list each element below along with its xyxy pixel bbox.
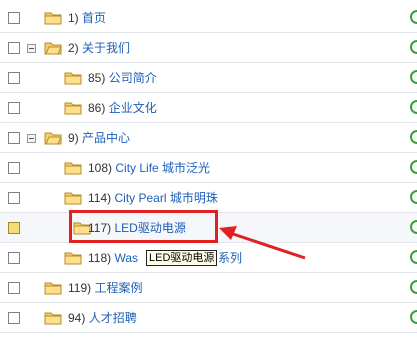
red-arrow-icon [219,226,306,260]
status-icon [410,310,417,324]
item-number: 1) [68,11,79,25]
tree-row: 114) City Pearl 城市明珠 [0,183,417,213]
row-checkbox[interactable] [8,162,20,174]
folder-icon [44,12,62,25]
folder-icon [64,102,82,115]
status-icon [410,100,417,114]
tooltip: LED驱动电源 [146,250,218,266]
row-checkbox[interactable] [8,282,20,294]
status-icon [410,40,417,54]
folder-icon [64,192,82,205]
collapse-toggle-icon[interactable] [27,134,36,143]
row-checkbox[interactable] [8,222,20,234]
item-number: 114) [88,191,112,205]
tree-item-label[interactable]: 85) 公司简介 [88,70,157,86]
tree-item-label[interactable]: 118) Was [88,250,138,266]
status-icon [410,70,417,84]
tree-item-label[interactable]: 94) 人才招聘 [68,310,137,326]
folder-icon [64,162,82,175]
status-icon [410,10,417,24]
status-icon [410,220,417,234]
row-checkbox[interactable] [8,312,20,324]
row-checkbox[interactable] [8,102,20,114]
item-name: 关于我们 [82,41,131,55]
item-name: 工程案例 [94,281,143,295]
item-number: 2) [68,41,79,55]
row-checkbox[interactable] [8,72,20,84]
item-name: 产品中心 [82,131,131,145]
tree-item-label[interactable]: 9) 产品中心 [68,130,130,146]
item-number: 86) [88,101,106,115]
item-number: 119) [68,281,92,295]
row-checkbox[interactable] [8,192,20,204]
red-highlight-box [69,210,218,243]
tree-row: 1) 首页 [0,3,417,33]
status-icon [410,160,417,174]
status-icon [410,280,417,294]
open-folder-icon [44,42,62,55]
row-checkbox[interactable] [8,132,20,144]
tree-item-label[interactable]: 86) 企业文化 [88,100,157,116]
tree-row: 9) 产品中心 [0,123,417,153]
tree-row: 2) 关于我们 [0,33,417,63]
row-checkbox[interactable] [8,252,20,264]
tree-item-label[interactable]: 1) 首页 [68,10,106,26]
open-folder-icon [44,132,62,145]
status-icon [410,250,417,264]
item-name: Was [114,251,139,265]
item-name: City Life 城市泛光 [115,161,211,175]
folder-icon [64,72,82,85]
collapse-toggle-icon[interactable] [27,44,36,53]
folder-icon [44,312,62,325]
tree-row: 85) 公司简介 [0,63,417,93]
item-name: 人才招聘 [88,311,137,325]
row-checkbox[interactable] [8,12,20,24]
tree-row: 86) 企业文化 [0,93,417,123]
tree-row: 94) 人才招聘 [0,303,417,333]
tree-item-label[interactable]: 2) 关于我们 [68,40,130,56]
tree-row: 119) 工程案例 [0,273,417,303]
tree-item-label[interactable]: 108) City Life 城市泛光 [88,160,210,176]
tree-row: 108) City Life 城市泛光 [0,153,417,183]
tree-item-label[interactable]: 119) 工程案例 [68,280,143,296]
item-name: 公司简介 [108,71,157,85]
status-icon [410,130,417,144]
item-name: 企业文化 [108,101,157,115]
item-number: 85) [88,71,106,85]
folder-icon [64,252,82,265]
folder-icon [44,282,62,295]
item-number: 118) [88,251,112,265]
status-icon [410,190,417,204]
row-checkbox[interactable] [8,42,20,54]
item-name: City Pearl 城市明珠 [114,191,218,205]
item-name: 首页 [82,11,107,25]
item-number: 94) [68,311,86,325]
tree-item-label[interactable]: 114) City Pearl 城市明珠 [88,190,218,206]
item-number: 9) [68,131,79,145]
item-number: 108) [88,161,113,175]
